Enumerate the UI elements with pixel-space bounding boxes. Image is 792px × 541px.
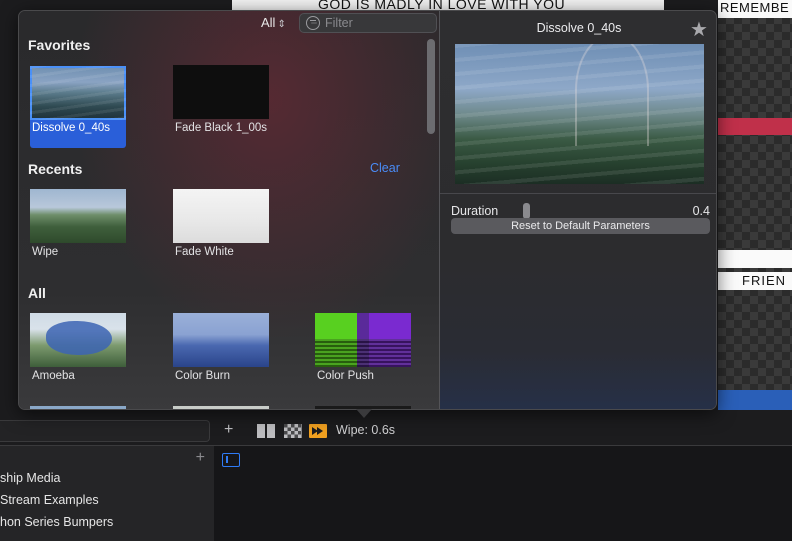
clip-white-band (718, 250, 792, 268)
selected-label-bg: Dissolve 0_40s (30, 120, 126, 148)
favorite-thumbnail-fade-black[interactable] (173, 65, 269, 119)
background-clip-preview: REMEMBE FRIEN (718, 0, 792, 410)
clip-banner-mid: FRIEN (718, 272, 792, 290)
clip-banner-mid-text: FRIEN (742, 273, 786, 288)
transitions-popover: All⇕ Favorites Dissolve 0_40s Fade Black… (18, 10, 717, 410)
all-thumbnail-color-push[interactable] (315, 313, 411, 367)
browser-scrollbar[interactable] (427, 39, 435, 134)
library-item[interactable]: Stream Examples (0, 493, 99, 507)
all-thumbnail[interactable] (173, 406, 269, 409)
clip-red-band (718, 118, 792, 135)
library-search-bar[interactable] (0, 420, 210, 442)
viewer-title-text: GOD IS MADLY IN LOVE WITH YOU (318, 0, 566, 10)
clip-blue-band (718, 390, 792, 410)
favorites-heading: Favorites (28, 37, 91, 53)
transition-preview (455, 44, 704, 184)
scope-dropdown[interactable]: All ⇕ (261, 15, 286, 30)
transitions-browser: All⇕ Favorites Dissolve 0_40s Fade Black… (19, 11, 439, 409)
favorite-star-icon[interactable]: ★ (690, 17, 708, 42)
favorite-label: Dissolve 0_40s (32, 122, 110, 134)
all-label: Color Push (317, 370, 374, 382)
favorite-label: Fade Black 1_00s (175, 122, 268, 134)
add-button[interactable]: + (224, 421, 233, 439)
transition-status: Wipe: 0.6s (336, 423, 396, 437)
scope-dropdown-label: All (261, 15, 276, 30)
duration-slider-knob[interactable] (522, 203, 530, 219)
library-item[interactable]: ship Media (0, 471, 60, 485)
filter-input[interactable] (325, 15, 433, 31)
recent-thumbnail-wipe[interactable] (30, 189, 126, 243)
all-label: Amoeba (32, 370, 75, 382)
transition-icon[interactable] (309, 424, 327, 438)
library-sidebar: + ship Media Stream Examples hon Series … (0, 445, 214, 541)
duration-value: 0.4 (692, 204, 710, 218)
transition-inspector: Dissolve 0_40s ★ Duration 0.4 Reset to D… (440, 11, 716, 409)
viewer-canvas: GOD IS MADLY IN LOVE WITH YOU (232, 0, 664, 10)
divider (440, 193, 716, 194)
app-window: GOD IS MADLY IN LOVE WITH YOU REMEMBE FR… (0, 0, 792, 541)
clip-banner-top: REMEMBE (718, 0, 792, 18)
checkerboard-icon[interactable] (284, 424, 302, 438)
clear-recents-button[interactable]: Clear (370, 161, 400, 175)
timeline-area[interactable] (214, 445, 792, 541)
timeline-index-icon[interactable] (222, 453, 240, 467)
recent-label: Fade White (175, 246, 234, 258)
add-library-icon[interactable]: + (196, 449, 205, 467)
split-view-icon[interactable] (257, 424, 275, 438)
filter-icon (306, 16, 320, 30)
all-thumbnail-color-burn[interactable] (173, 313, 269, 367)
library-item[interactable]: hon Series Bumpers (0, 515, 113, 529)
popover-pointer (356, 409, 372, 418)
timeline-toolbar: + Wipe: 0.6s (214, 419, 792, 445)
duration-slider[interactable] (520, 203, 674, 219)
inspector-title: Dissolve 0_40s (536, 21, 622, 35)
clip-banner-top-text: REMEMBE (720, 0, 790, 15)
recents-heading: Recents (28, 161, 83, 177)
favorite-thumbnail-dissolve[interactable] (30, 66, 126, 120)
all-thumbnail-amoeba[interactable] (30, 313, 126, 367)
all-thumbnail[interactable] (30, 406, 126, 409)
recent-label: Wipe (32, 246, 59, 258)
filter-field[interactable] (299, 13, 437, 33)
recent-thumbnail-fade-white[interactable] (173, 189, 269, 243)
duration-label: Duration (451, 204, 499, 218)
up-down-chevron-icon: ⇕ (277, 19, 286, 30)
all-label: Color Burn (175, 370, 230, 382)
reset-default-button[interactable]: Reset to Default Parameters (451, 218, 710, 234)
all-heading: All (28, 285, 46, 301)
